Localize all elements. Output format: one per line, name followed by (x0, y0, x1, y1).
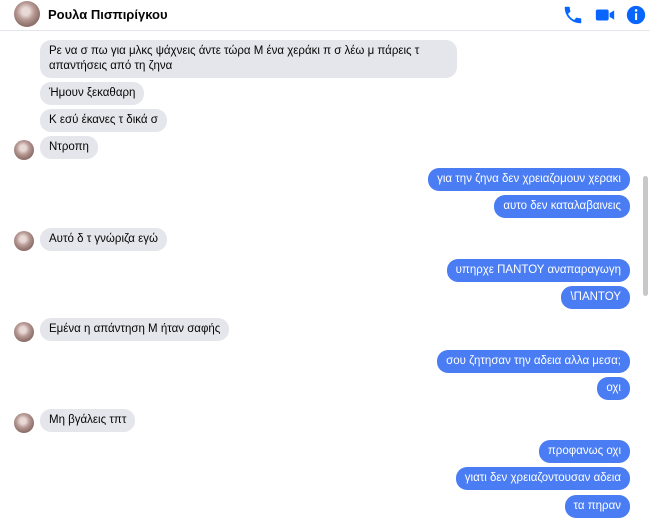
incoming-message[interactable]: Αυτό δ τ γνώριζα εγώ (40, 228, 168, 251)
outgoing-message[interactable]: αυτο δεν καταλαβαινεις (494, 195, 630, 218)
outgoing-message[interactable]: προφανως οχι (538, 440, 630, 463)
incoming-message[interactable]: Ρε να σ πω για μλκς ψάχνεις άντε τώρα Μ … (40, 40, 457, 78)
outgoing-message[interactable]: υπηρχε ΠΑΝΤΟΥ αναπαραγωγη (446, 259, 630, 282)
outgoing-message[interactable]: οχι (597, 377, 630, 400)
phone-icon[interactable] (562, 4, 584, 26)
incoming-message[interactable]: Ήμουν ξεκαθαρη (40, 82, 145, 105)
sender-avatar[interactable] (14, 322, 34, 342)
thread-scrollbar[interactable] (643, 176, 648, 296)
video-camera-icon[interactable] (594, 4, 616, 26)
outgoing-message[interactable]: γιατι δεν χρειαζοντουσαν αδεια (455, 467, 630, 490)
incoming-message[interactable]: Εμένα η απάντηση Μ ήταν σαφής (40, 318, 230, 341)
outgoing-message[interactable]: για την ζηνα δεν χρειαζομουν χερακι (428, 168, 630, 191)
incoming-message[interactable]: Μη βγάλεις τπτ (40, 409, 136, 432)
chat-header: Ρουλα Πισπιρίγκου (0, 0, 650, 31)
contact-name[interactable]: Ρουλα Πισπιρίγκου (48, 7, 168, 22)
outgoing-message[interactable]: σου ζητησαν την αδεια αλλα μεσα; (437, 350, 630, 373)
contact-avatar[interactable] (14, 1, 40, 27)
outgoing-message[interactable]: τα πηραν (564, 495, 630, 518)
incoming-message[interactable]: Ντροπη (40, 136, 98, 159)
incoming-message[interactable]: Κ εσύ έκανες τ δικά σ (40, 109, 167, 132)
sender-avatar[interactable] (14, 413, 34, 433)
sender-avatar[interactable] (14, 231, 34, 251)
info-icon[interactable] (625, 4, 647, 26)
sender-avatar[interactable] (14, 140, 34, 160)
outgoing-message[interactable]: \ΠΑΝΤΟΥ (561, 286, 630, 309)
